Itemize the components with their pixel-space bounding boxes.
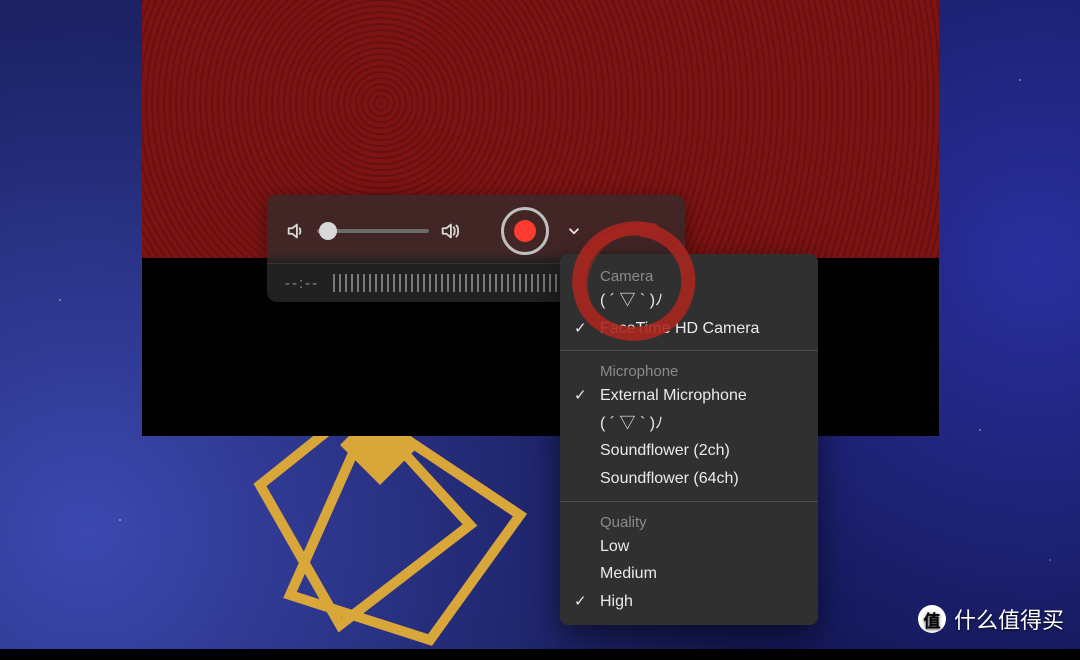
menu-header-quality: Quality [560, 510, 818, 533]
elapsed-time: --:-- [285, 275, 319, 292]
menu-item-quality-2[interactable]: ✓ High [560, 588, 818, 616]
menu-item-quality-1[interactable]: Medium [560, 560, 818, 588]
menu-item-label: ( ´ ▽ ` )ﾉ [600, 415, 663, 432]
record-button[interactable] [501, 207, 549, 255]
menu-item-mic-1[interactable]: ( ´ ▽ ` )ﾉ [560, 410, 818, 438]
menu-separator [560, 501, 818, 502]
menu-header-camera: Camera [560, 264, 818, 287]
menu-item-label: Low [600, 538, 629, 555]
speaker-high-icon [439, 220, 461, 242]
menu-separator [560, 350, 818, 351]
menu-item-label: High [600, 593, 633, 610]
record-icon [514, 220, 536, 242]
menu-item-mic-0[interactable]: ✓ External Microphone [560, 382, 818, 410]
watermark-text: 什么值得买 [954, 603, 1064, 635]
menu-header-microphone: Microphone [560, 359, 818, 382]
watermark: 值 什么值得买 [918, 603, 1064, 635]
check-icon: ✓ [574, 592, 587, 612]
menu-item-mic-2[interactable]: Soundflower (2ch) [560, 437, 818, 465]
check-icon: ✓ [574, 386, 587, 406]
menu-item-label: Soundflower (2ch) [600, 442, 730, 459]
volume-slider-thumb[interactable] [319, 222, 337, 240]
menu-item-mic-3[interactable]: Soundflower (64ch) [560, 465, 818, 493]
menu-item-label: External Microphone [600, 387, 747, 404]
watermark-badge: 值 [918, 605, 946, 633]
menu-item-label: Medium [600, 565, 657, 582]
record-options-menu: Camera ( ´ ▽ ` )ﾉ ✓ FaceTime HD Camera M… [560, 254, 818, 625]
menu-item-camera-1[interactable]: ✓ FaceTime HD Camera [560, 315, 818, 343]
volume-control[interactable] [285, 220, 461, 242]
speaker-low-icon [285, 220, 307, 242]
volume-slider-track[interactable] [317, 229, 429, 233]
menu-item-camera-0[interactable]: ( ´ ▽ ` )ﾉ [560, 287, 818, 315]
menu-item-label: FaceTime HD Camera [600, 320, 759, 337]
menu-item-label: Soundflower (64ch) [600, 470, 739, 487]
check-icon: ✓ [574, 319, 587, 339]
menu-item-label: ( ´ ▽ ` )ﾉ [600, 292, 663, 309]
menu-item-quality-0[interactable]: Low [560, 533, 818, 561]
record-options-chevron[interactable] [565, 222, 583, 240]
